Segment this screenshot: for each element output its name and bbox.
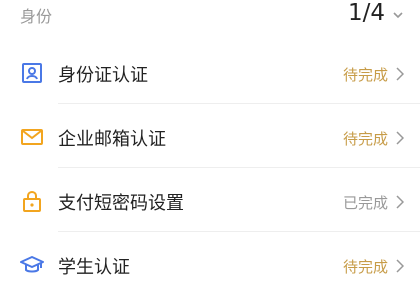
graduation-cap-icon: [20, 256, 44, 273]
status-text: 待完成: [342, 130, 388, 148]
id-card-icon: [22, 63, 42, 83]
status-text: 待完成: [342, 66, 388, 84]
list-item-id-card[interactable]: 身份证认证 待完成: [0, 40, 420, 104]
list-item-label: 学生认证: [58, 257, 130, 278]
list-item-enterprise-email[interactable]: 企业邮箱认证 待完成: [0, 104, 420, 168]
lock-icon: [23, 190, 41, 212]
section-header: 身份 1/4: [0, 0, 420, 34]
chevron-right-icon: [396, 131, 404, 145]
section-title: 身份: [20, 7, 53, 26]
progress-counter: 1/4: [347, 0, 385, 26]
mail-icon: [21, 129, 43, 145]
status-text: 已完成: [342, 194, 388, 212]
list-item-student[interactable]: 学生认证 待完成: [0, 232, 420, 296]
list-item-label: 企业邮箱认证: [58, 129, 166, 150]
chevron-right-icon: [396, 259, 404, 273]
chevron-right-icon: [396, 195, 404, 209]
list-item-label: 支付短密码设置: [58, 193, 184, 214]
list-item-label: 身份证认证: [58, 65, 148, 86]
chevron-right-icon: [396, 67, 404, 81]
status-text: 待完成: [342, 258, 388, 276]
verification-list: 身份证认证 待完成 企业邮箱认证 待完成 支付短密码设置 已完成 学生认证 待完…: [0, 40, 420, 296]
chevron-down-icon[interactable]: [393, 11, 403, 19]
list-item-payment-password[interactable]: 支付短密码设置 已完成: [0, 168, 420, 232]
